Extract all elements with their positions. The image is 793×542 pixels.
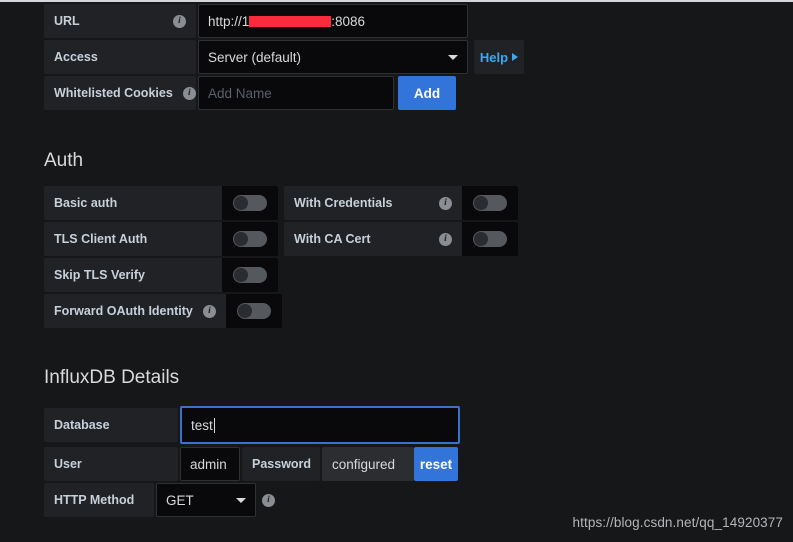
access-label-text: Access	[54, 50, 98, 64]
toggle-switch-off	[233, 231, 267, 247]
whitelisted-cookies-input[interactable]: Add Name	[198, 76, 394, 110]
password-label: Password	[242, 447, 320, 481]
toggle-switch-off	[236, 303, 271, 319]
database-label: Database	[44, 408, 178, 442]
whitelisted-cookies-label: Whitelisted Cookies i	[44, 76, 196, 110]
tls-client-auth-label: TLS Client Auth	[44, 222, 222, 256]
forward-oauth-identity-label-text: Forward OAuth Identity	[54, 304, 193, 318]
toggle-knob	[474, 232, 488, 246]
url-label: URL i	[44, 4, 196, 38]
http-method-label: HTTP Method	[44, 483, 154, 517]
chevron-right-icon	[512, 53, 519, 61]
basic-auth-label: Basic auth	[44, 186, 222, 220]
user-label-text: User	[54, 457, 82, 471]
url-value-suffix: :8086	[331, 13, 366, 29]
influxdb-fields: Database test User admin Password config…	[44, 405, 460, 517]
info-icon[interactable]: i	[182, 86, 196, 100]
with-credentials-label: With Credentials i	[284, 186, 462, 220]
database-input[interactable]: test	[180, 406, 460, 444]
toggle-switch-off	[473, 195, 507, 211]
whitelisted-cookies-row: Whitelisted Cookies i Add Name Add	[44, 76, 524, 110]
help-button-label: Help	[479, 49, 509, 65]
auth-row: TLS Client Auth With CA Cert i	[44, 222, 518, 256]
password-configured-value: configured	[322, 447, 414, 481]
info-icon[interactable]: i	[173, 14, 186, 28]
with-credentials-label-text: With Credentials	[294, 196, 393, 210]
basic-auth-field: Basic auth	[44, 186, 278, 220]
info-icon[interactable]: i	[262, 493, 275, 507]
toggle-knob	[234, 196, 248, 210]
toggle-knob	[474, 196, 488, 210]
user-label: User	[44, 447, 178, 481]
with-ca-cert-toggle[interactable]	[462, 222, 518, 256]
tls-client-auth-field: TLS Client Auth	[44, 222, 278, 256]
http-method-row: HTTP Method GET i	[44, 483, 460, 517]
basic-auth-toggle[interactable]	[222, 186, 278, 220]
access-selected-value: Server (default)	[208, 49, 302, 65]
auth-row: Forward OAuth Identity i	[44, 294, 518, 328]
auth-section-title: Auth	[44, 150, 84, 171]
toggle-knob	[234, 232, 248, 246]
chevron-down-icon	[236, 497, 246, 503]
http-method-select[interactable]: GET	[156, 483, 256, 517]
access-row: Access Server (default) Help	[44, 40, 524, 74]
url-redaction-block	[249, 15, 332, 27]
access-select[interactable]: Server (default)	[198, 40, 468, 74]
help-button[interactable]: Help	[474, 40, 524, 74]
url-input[interactable]: http://1 :8086	[198, 4, 468, 38]
skip-tls-verify-field: Skip TLS Verify	[44, 258, 278, 292]
toggle-switch-off	[233, 267, 267, 283]
toggle-knob	[234, 268, 248, 282]
user-input[interactable]: admin	[180, 447, 240, 481]
auth-row: Basic auth With Credentials i	[44, 186, 518, 220]
http-method-selected-value: GET	[166, 492, 194, 508]
tls-client-auth-label-text: TLS Client Auth	[54, 232, 148, 246]
access-label: Access	[44, 40, 196, 74]
influxdb-details-title: InfluxDB Details	[44, 367, 180, 388]
skip-tls-verify-label: Skip TLS Verify	[44, 258, 222, 292]
auth-row: Skip TLS Verify	[44, 258, 518, 292]
database-input-value: test	[191, 417, 213, 433]
http-method-label-text: HTTP Method	[54, 493, 135, 507]
skip-tls-verify-toggle[interactable]	[222, 258, 278, 292]
password-label-text: Password	[252, 457, 312, 471]
url-label-text: URL	[54, 14, 80, 28]
url-row: URL i http://1 :8086	[44, 4, 524, 38]
with-ca-cert-label-text: With CA Cert	[294, 232, 371, 246]
toggle-knob	[237, 304, 252, 318]
forward-oauth-identity-label: Forward OAuth Identity i	[44, 294, 226, 328]
influxdb-details-section: InfluxDB Details Database test User admi…	[44, 367, 460, 519]
connection-settings-group: URL i http://1 :8086 Access Server (defau…	[44, 4, 524, 112]
toggle-switch-off	[473, 231, 507, 247]
text-cursor	[213, 417, 215, 433]
reset-password-button[interactable]: reset	[414, 447, 458, 481]
database-label-text: Database	[54, 418, 110, 432]
forward-oauth-identity-toggle[interactable]	[225, 294, 282, 328]
with-credentials-toggle[interactable]	[462, 186, 518, 220]
forward-oauth-identity-field: Forward OAuth Identity i	[44, 294, 282, 328]
with-credentials-field: With Credentials i	[284, 186, 518, 220]
with-ca-cert-field: With CA Cert i	[284, 222, 518, 256]
info-icon[interactable]: i	[202, 304, 216, 318]
info-icon[interactable]: i	[439, 196, 452, 210]
auth-toggle-grid: Basic auth With Credentials i TLS Client…	[44, 186, 518, 328]
watermark-text: https://blog.csdn.net/qq_14920377	[572, 515, 783, 530]
url-value-prefix: http://1	[208, 13, 250, 29]
database-row: Database test	[44, 405, 460, 445]
chevron-down-icon	[448, 54, 458, 60]
skip-tls-verify-label-text: Skip TLS Verify	[54, 268, 146, 282]
tls-client-auth-toggle[interactable]	[222, 222, 278, 256]
toggle-switch-off	[233, 195, 267, 211]
info-icon[interactable]: i	[439, 232, 452, 246]
whitelisted-cookies-label-text: Whitelisted Cookies	[54, 86, 173, 100]
datasource-settings-page: URL i http://1 :8086 Access Server (defau…	[0, 2, 793, 542]
add-cookie-button[interactable]: Add	[398, 76, 456, 110]
auth-section: Auth Basic auth With Credentials i TLS C…	[44, 150, 518, 330]
basic-auth-label-text: Basic auth	[54, 196, 118, 210]
user-password-row: User admin Password configured reset	[44, 447, 460, 481]
with-ca-cert-label: With CA Cert i	[284, 222, 462, 256]
